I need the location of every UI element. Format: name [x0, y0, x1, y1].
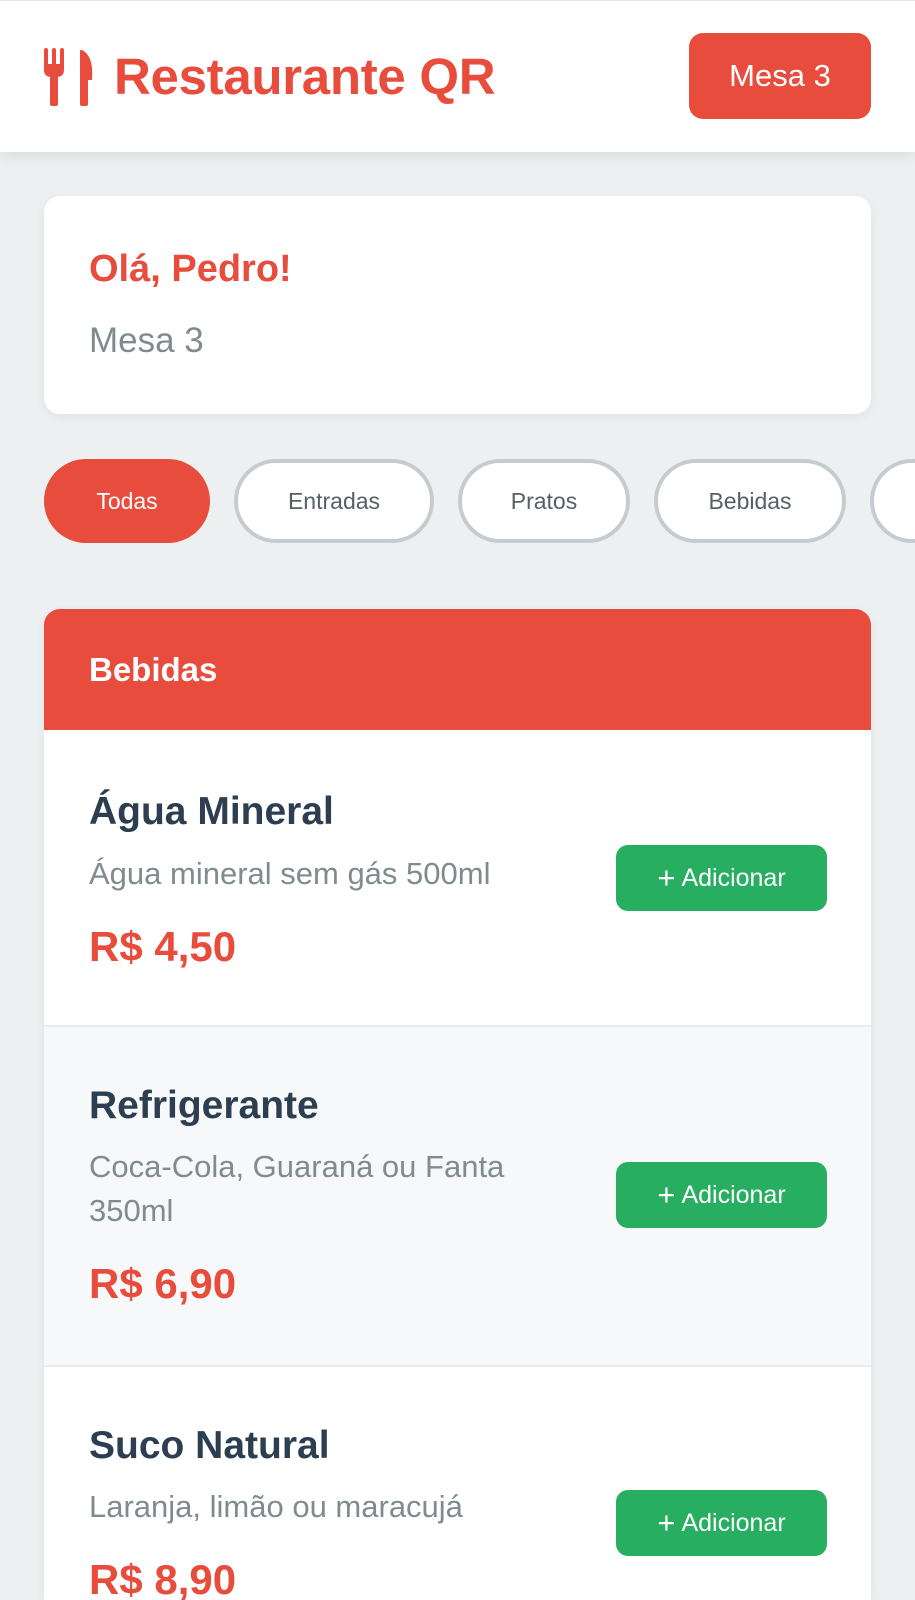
item-name: Refrigerante — [89, 1084, 319, 1127]
menu-section: Bebidas Água Mineral Água mineral sem gá… — [44, 609, 871, 1600]
category-more[interactable] — [870, 459, 915, 543]
brand: Restaurante QR — [44, 47, 496, 107]
item-description: Água mineral sem gás 500ml — [89, 856, 491, 891]
add-button-label: Adicionar — [681, 1508, 786, 1537]
section-title: Bebidas — [89, 651, 218, 688]
plus-icon: + — [657, 860, 676, 895]
item-price: R$ 4,50 — [89, 923, 237, 970]
category-pratos[interactable]: Pratos — [458, 459, 630, 543]
item-name: Água Mineral — [89, 790, 334, 833]
menu-item: Suco Natural Laranja, limão ou maracujá … — [44, 1367, 871, 1600]
menu-item: Água Mineral Água mineral sem gás 500ml … — [44, 730, 871, 1027]
category-filter: Todas Entradas Pratos Bebidas — [44, 459, 915, 543]
plus-icon: + — [657, 1505, 676, 1540]
utensils-icon — [44, 48, 93, 106]
menu-item: Refrigerante Coca-Cola, Guaraná ou Fanta… — [44, 1027, 871, 1367]
section-header: Bebidas — [44, 609, 871, 730]
item-description: Coca-Cola, Guaraná ou Fanta 350ml — [89, 1149, 505, 1228]
category-entradas[interactable]: Entradas — [234, 459, 434, 543]
plus-icon: + — [657, 1177, 676, 1212]
category-todas[interactable]: Todas — [44, 459, 210, 543]
item-description: Laranja, limão ou maracujá — [89, 1489, 463, 1524]
welcome-card: Olá, Pedro! Mesa 3 — [44, 196, 871, 414]
add-button[interactable]: + Adicionar — [616, 1490, 827, 1556]
add-button[interactable]: + Adicionar — [616, 845, 827, 911]
category-bebidas[interactable]: Bebidas — [654, 459, 846, 543]
app-title: Restaurante QR — [114, 48, 496, 105]
item-price: R$ 8,90 — [89, 1556, 237, 1600]
item-name: Suco Natural — [89, 1424, 330, 1467]
welcome-table-number: Mesa 3 — [89, 321, 204, 360]
item-price: R$ 6,90 — [89, 1260, 237, 1307]
add-button[interactable]: + Adicionar — [616, 1162, 827, 1228]
add-button-label: Adicionar — [681, 1180, 786, 1209]
table-button[interactable]: Mesa 3 — [689, 33, 871, 119]
add-button-label: Adicionar — [681, 863, 786, 892]
app-header: Restaurante QR Mesa 3 — [0, 0, 915, 152]
welcome-greeting: Olá, Pedro! — [89, 248, 292, 290]
